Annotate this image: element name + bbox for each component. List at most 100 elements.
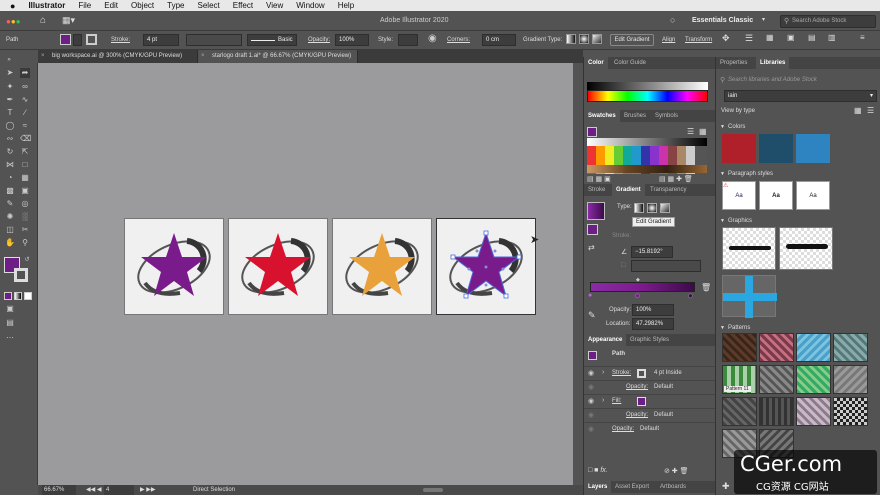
canvas[interactable]: ➤ — [38, 63, 573, 485]
hand-tool-icon[interactable]: ✋ — [5, 238, 15, 248]
mesh-tool-icon[interactable]: ▩ — [5, 186, 15, 196]
appearance-row-opacity[interactable]: ◉ Opacity: Default — [584, 422, 715, 435]
opacity-row-label[interactable]: Opacity: — [626, 381, 648, 393]
library-grid-view-icon[interactable]: ▦ — [854, 106, 862, 115]
more-options-icon[interactable]: ≡ — [860, 33, 865, 42]
lightbulb-icon[interactable]: ○ — [670, 15, 675, 25]
line-tool-icon[interactable]: ∕ — [20, 108, 30, 118]
opacity-row-label[interactable]: Opacity: — [612, 423, 634, 435]
close-icon[interactable]: × — [201, 50, 205, 63]
screen-mode-icon[interactable]: ▤ — [5, 318, 15, 328]
fill-dropdown[interactable] — [73, 34, 82, 46]
tab-stroke[interactable]: Stroke — [584, 184, 609, 196]
free-transform-tool-icon[interactable]: □ — [20, 160, 30, 170]
color-spectrum[interactable] — [587, 90, 708, 102]
artboard-nav-icon[interactable]: ◀◀ ◀ — [86, 485, 102, 495]
gradient-tool-icon[interactable]: ▣ — [20, 186, 30, 196]
artboard-1[interactable] — [124, 218, 224, 315]
edit-gradient-button[interactable]: Edit Gradient — [610, 34, 654, 46]
menu-effect[interactable]: Effect — [233, 1, 253, 10]
collapse-toolbar-icon[interactable]: » — [4, 55, 14, 65]
horizontal-scrollbar[interactable] — [423, 488, 443, 492]
edit-toolbar-icon[interactable]: ⋯ — [5, 333, 15, 343]
gradient-midpoint[interactable]: ◆ — [636, 277, 640, 283]
paragraph-style-3[interactable]: Aa — [796, 181, 830, 210]
library-color-3[interactable] — [796, 134, 830, 163]
traffic-lights[interactable]: ●●● — [6, 17, 21, 26]
apple-menu-icon[interactable]: ● — [10, 1, 15, 11]
shape-builder-tool-icon[interactable]: ◔ — [5, 173, 15, 183]
distribute-icon[interactable]: ▥ — [828, 33, 836, 42]
tab-artboards[interactable]: Artboards — [656, 481, 690, 493]
rotate-tool-icon[interactable]: ↻ — [5, 147, 15, 157]
linear-gradient-button[interactable] — [634, 203, 644, 213]
delete-stop-icon[interactable]: 🗑 — [701, 283, 711, 292]
eye-icon[interactable]: ◉ — [588, 425, 594, 433]
opacity-field[interactable]: 100% — [335, 34, 369, 46]
current-swatch[interactable] — [587, 127, 597, 137]
pattern-6[interactable] — [759, 365, 794, 394]
type-tool-icon[interactable]: T — [5, 108, 15, 118]
recolor-artwork-icon[interactable]: ◉ — [428, 33, 437, 44]
tab-brushes[interactable]: Brushes — [620, 110, 650, 122]
menu-edit[interactable]: Edit — [104, 1, 118, 10]
swatch-actions-icon[interactable]: ▤ ▦ ✚ 🗑 — [659, 175, 693, 183]
gradient-stop-mid[interactable]: ● — [635, 291, 640, 300]
pattern-9[interactable] — [722, 397, 757, 426]
freeform-gradient-icon[interactable] — [592, 34, 602, 44]
opacity-row-label[interactable]: Opacity: — [626, 409, 648, 421]
menu-window[interactable]: Window — [296, 1, 324, 10]
reverse-gradient-icon[interactable]: ⇄ — [588, 243, 595, 252]
tab-symbols[interactable]: Symbols — [651, 110, 682, 122]
fill-row-label[interactable]: Fill: — [612, 395, 621, 407]
swatch-browns[interactable] — [587, 165, 707, 173]
zoom-tool-icon[interactable]: ⚲ — [20, 238, 30, 248]
tab-color-guide[interactable]: Color Guide — [610, 57, 650, 69]
section-graphics[interactable]: Graphics — [728, 215, 752, 227]
corners-label[interactable]: Corners: — [447, 34, 470, 46]
paintbrush-tool-icon[interactable]: ≈ — [20, 121, 30, 131]
gradient-mode-icon[interactable] — [14, 292, 22, 300]
chevron-icon[interactable]: › — [602, 369, 604, 376]
gradient-slider[interactable] — [590, 282, 695, 292]
radial-gradient-icon[interactable] — [579, 34, 589, 44]
gradient-stop-left[interactable]: ● — [588, 292, 592, 299]
perspective-grid-tool-icon[interactable]: ▦ — [20, 173, 30, 183]
pen-tool-icon[interactable]: ✒ — [5, 95, 15, 105]
close-icon[interactable]: × — [41, 50, 45, 63]
color-spectrum-bw[interactable] — [587, 82, 708, 90]
add-to-library-icon[interactable]: ✚ — [722, 481, 730, 492]
stroke-weight-field[interactable]: 4 pt — [143, 34, 179, 46]
corners-field[interactable]: 0 cm — [482, 34, 516, 46]
selection-tool-icon[interactable]: ➤ — [5, 68, 15, 78]
tab-layers[interactable]: Layers — [584, 481, 612, 493]
menu-view[interactable]: View — [266, 1, 283, 10]
scale-tool-icon[interactable]: ⇱ — [20, 147, 30, 157]
eyedropper-tool-icon[interactable]: ✎ — [5, 199, 15, 209]
stroke-row-label[interactable]: Stroke: — [612, 367, 631, 379]
library-list-view-icon[interactable]: ☰ — [867, 106, 874, 115]
tab-transparency[interactable]: Transparency — [646, 184, 690, 196]
appearance-row-stroke-opacity[interactable]: ◉ Opacity: Default — [584, 380, 715, 393]
library-selector[interactable]: iain ▾ — [724, 90, 877, 102]
document-tab-big-workspace[interactable]: × big workspace.ai @ 300% (CMYK/GPU Prev… — [38, 50, 198, 63]
stroke-swatch[interactable] — [86, 34, 97, 45]
eye-icon[interactable]: ◉ — [588, 397, 594, 405]
gradient-angle-field[interactable]: −15.8192° — [631, 246, 673, 258]
lasso-tool-icon[interactable]: ∞ — [20, 82, 30, 92]
gradient-opacity-field[interactable]: 100% — [632, 304, 674, 316]
app-menu[interactable]: Illustrator — [28, 1, 65, 10]
tab-libraries[interactable]: Libraries — [756, 57, 790, 69]
eye-icon[interactable]: ◉ — [588, 383, 594, 391]
menu-help[interactable]: Help — [338, 1, 354, 10]
isolate-icon[interactable]: ✥ — [722, 33, 730, 44]
arrange-icon[interactable]: ▦ — [766, 33, 774, 42]
pathfinder-icon[interactable]: ▣ — [787, 33, 795, 42]
pattern-5[interactable]: Pattern 11 — [722, 365, 757, 394]
appearance-row-fill[interactable]: ◉ › Fill: — [584, 394, 715, 407]
stroke-color-box[interactable] — [14, 268, 28, 282]
stock-search-field[interactable]: ⚲ Search Adobe Stock — [780, 15, 876, 28]
gradient-aspect-field[interactable] — [631, 260, 701, 272]
swap-fill-stroke-icon[interactable]: ↺ — [22, 255, 32, 265]
freeform-gradient-button[interactable] — [660, 203, 670, 213]
